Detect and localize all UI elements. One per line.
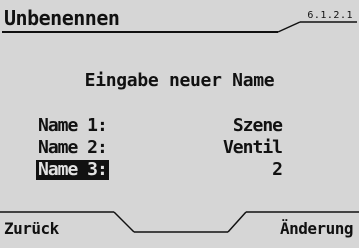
field-value: Szene bbox=[232, 115, 283, 136]
field-row-name-2[interactable]: Name 2: Ventil bbox=[38, 137, 283, 158]
back-softkey[interactable]: Zurück bbox=[4, 218, 59, 240]
change-softkey[interactable]: Änderung bbox=[280, 218, 354, 240]
page-heading: Eingabe neuer Name bbox=[84, 70, 275, 91]
field-label-selected: Name 3: bbox=[36, 159, 109, 180]
field-label: Name 1: bbox=[38, 115, 108, 136]
screen-title: Unbenennen bbox=[4, 6, 120, 30]
field-value: 2 bbox=[272, 159, 283, 180]
lcd-screen: Unbenennen 6.1.2.1 Eingabe neuer Name Na… bbox=[0, 0, 359, 248]
field-value: Ventil bbox=[222, 137, 283, 158]
field-row-name-3[interactable]: Name 3: 2 bbox=[36, 159, 283, 180]
field-label: Name 2: bbox=[38, 137, 108, 158]
field-row-name-1[interactable]: Name 1: Szene bbox=[38, 115, 283, 136]
menu-code: 6.1.2.1 bbox=[307, 10, 353, 21]
